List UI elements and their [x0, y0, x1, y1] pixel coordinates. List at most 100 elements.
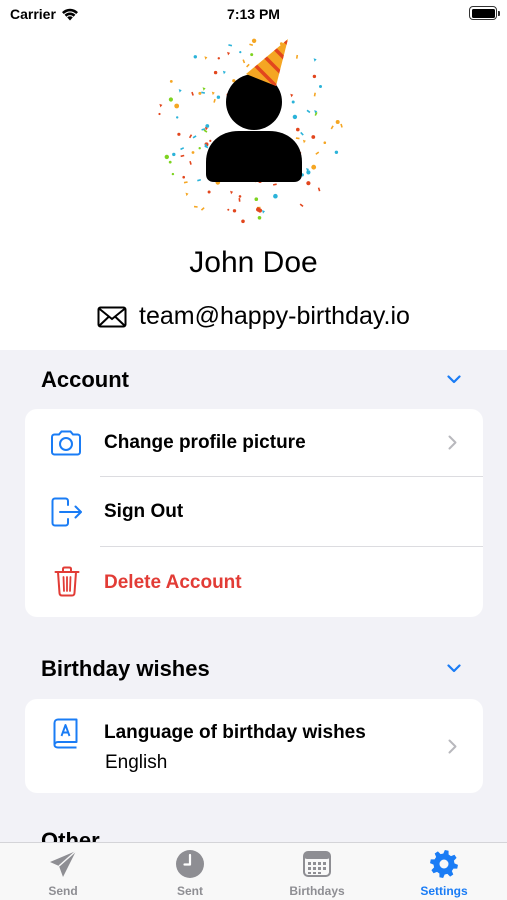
language-value: English	[105, 752, 168, 773]
birthday-wishes-card: Language of birthday wishes English	[25, 699, 483, 793]
tab-settings[interactable]: Settings	[381, 843, 507, 900]
delete-account-label: Delete Account	[104, 572, 242, 593]
confetti-piece	[256, 207, 261, 212]
confetti-piece	[198, 91, 202, 95]
tab-send[interactable]: Send	[0, 843, 126, 900]
confetti-piece	[227, 51, 231, 56]
confetti-piece	[315, 151, 320, 155]
sign-out-label: Sign Out	[104, 501, 184, 522]
confetti-piece	[295, 137, 300, 140]
confetti-piece	[306, 109, 311, 114]
paper-plane-icon	[50, 850, 77, 877]
confetti-piece	[330, 125, 334, 130]
tab-bar: Send Sent Birthdays Settings	[0, 842, 507, 900]
confetti-piece	[312, 74, 317, 79]
status-time: 7:13 PM	[227, 6, 280, 22]
confetti-piece	[202, 87, 206, 91]
tab-label: Birthdays	[289, 884, 345, 898]
section-header-account[interactable]: Account	[0, 367, 507, 397]
confetti-piece	[335, 120, 340, 124]
email-row: team@happy-birthday.io	[0, 302, 507, 331]
confetti-piece	[168, 160, 172, 164]
confetti-piece	[213, 98, 216, 103]
chevron-right-icon	[448, 739, 457, 754]
confetti-piece	[182, 175, 185, 179]
confetti-piece	[250, 53, 254, 57]
gear-icon	[430, 850, 458, 878]
confetti-piece	[254, 197, 259, 201]
chevron-down-icon[interactable]	[447, 375, 461, 384]
confetti-piece	[217, 57, 220, 60]
confetti-piece	[180, 147, 185, 151]
confetti-piece	[172, 152, 176, 157]
chevron-down-icon[interactable]	[447, 664, 461, 673]
confetti-piece	[302, 139, 306, 144]
confetti-piece	[197, 179, 202, 182]
confetti-piece	[238, 198, 241, 202]
confetti-piece	[246, 63, 250, 68]
confetti-piece	[257, 216, 262, 220]
email-address: team@happy-birthday.io	[139, 302, 410, 330]
confetti-piece	[176, 116, 179, 119]
confetti-piece	[205, 124, 210, 128]
account-card: Change profile picture Sign Out Delete A…	[25, 409, 483, 617]
confetti-piece	[203, 129, 208, 133]
tab-birthdays[interactable]: Birthdays	[254, 843, 380, 900]
tab-sent[interactable]: Sent	[127, 843, 253, 900]
confetti-decoration	[158, 38, 343, 224]
confetti-piece	[299, 203, 304, 207]
change-profile-picture-label: Change profile picture	[104, 432, 306, 453]
confetti-piece	[159, 103, 163, 108]
confetti-piece	[198, 147, 201, 150]
confetti-piece	[232, 209, 237, 213]
confetti-piece	[300, 131, 304, 136]
calendar-icon	[303, 851, 331, 877]
confetti-piece	[189, 160, 192, 165]
confetti-piece	[242, 59, 246, 64]
confetti-piece	[292, 114, 298, 120]
confetti-piece	[185, 192, 189, 197]
camera-icon	[51, 430, 81, 456]
sign-out-icon	[51, 497, 82, 527]
confetti-piece	[313, 92, 316, 97]
tab-label: Sent	[176, 884, 203, 898]
profile-avatar[interactable]	[150, 30, 356, 230]
confetti-piece	[168, 97, 173, 102]
language-row[interactable]: Language of birthday wishes English	[25, 699, 483, 793]
confetti-piece	[272, 183, 277, 186]
confetti-piece	[317, 187, 321, 192]
section-title-other[interactable]: Other	[41, 828, 100, 842]
settings-list[interactable]: Account Change profile picture Sign Out	[0, 350, 507, 842]
confetti-piece	[183, 181, 188, 184]
confetti-piece	[290, 93, 294, 98]
clock-icon	[176, 850, 204, 878]
confetti-piece	[241, 219, 245, 224]
section-header-birthday-wishes[interactable]: Birthday wishes	[0, 656, 507, 686]
language-book-icon	[53, 718, 78, 749]
confetti-piece	[201, 91, 206, 94]
confetti-piece	[311, 135, 316, 139]
delete-account-row[interactable]: Delete Account	[25, 547, 483, 617]
sign-out-row[interactable]: Sign Out	[25, 477, 483, 546]
confetti-piece	[291, 100, 295, 104]
confetti-piece	[222, 70, 226, 75]
confetti-piece	[200, 207, 205, 211]
confetti-piece	[273, 193, 278, 199]
confetti-piece	[340, 123, 343, 128]
confetti-piece	[334, 150, 339, 154]
confetti-piece	[193, 205, 198, 208]
confetti-piece	[306, 170, 311, 175]
confetti-piece	[209, 139, 212, 142]
confetti-piece	[204, 56, 208, 60]
confetti-piece	[192, 135, 197, 139]
confetti-piece	[228, 44, 233, 47]
confetti-piece	[164, 154, 169, 160]
confetti-piece	[191, 91, 194, 96]
confetti-piece	[230, 190, 234, 195]
change-profile-picture-row[interactable]: Change profile picture	[25, 409, 483, 476]
confetti-piece	[178, 89, 182, 93]
confetti-piece	[191, 151, 195, 154]
confetti-piece	[171, 172, 175, 176]
tab-label: Send	[48, 884, 78, 898]
confetti-piece	[158, 112, 161, 116]
